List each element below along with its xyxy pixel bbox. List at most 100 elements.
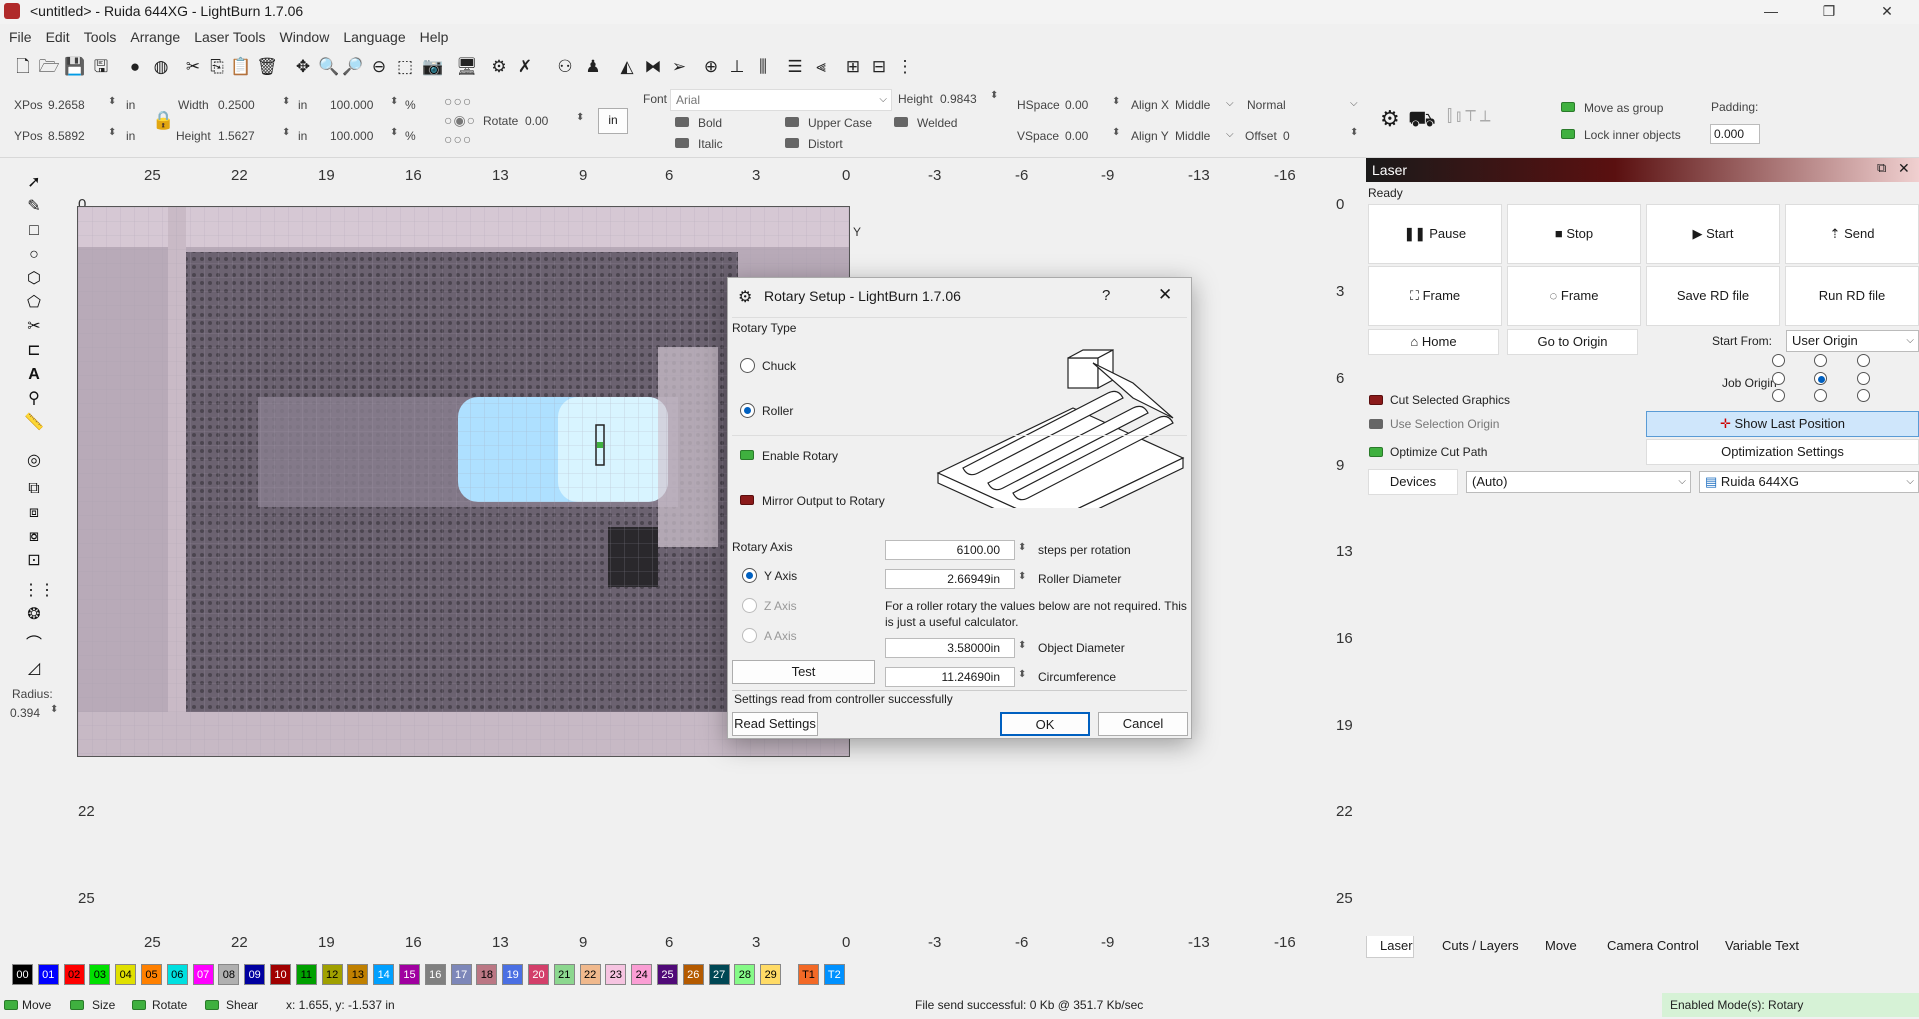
layer-swatch-07[interactable]: 07 [192, 964, 214, 985]
width-field[interactable]: 0.2500 [218, 98, 255, 112]
new-file-icon[interactable]: 🗋 [12, 56, 34, 78]
tab-camera-control[interactable]: Camera Control [1607, 938, 1699, 953]
lock-inner-toggle[interactable] [1561, 129, 1575, 139]
flip-h-icon[interactable]: ◭ [616, 56, 638, 78]
circumference-spinner-icon[interactable]: ⬍ [1018, 669, 1026, 680]
maximize-button[interactable]: ❐ [1806, 0, 1852, 24]
align-center-h-icon[interactable]: ⫷ [810, 56, 832, 78]
origin-grid-icon[interactable]: ○○○ ○◉○ ○○○ [444, 92, 476, 149]
weld-icon[interactable]: ⊡ [23, 550, 45, 572]
origin-bottom-right-radio[interactable] [1857, 389, 1870, 402]
roller-diameter-field[interactable]: 2.66949in [885, 569, 1015, 589]
spacing-icon[interactable]: ⋮ [894, 56, 916, 78]
bold-toggle[interactable] [675, 117, 689, 127]
vspace-spinner-icon[interactable]: ⬍ [1112, 127, 1120, 138]
mirror-output-toggle[interactable] [740, 495, 754, 505]
port-select[interactable]: (Auto) ⌵ [1466, 471, 1691, 493]
select-icon[interactable]: ➚ [23, 172, 45, 194]
roller-diameter-spinner-icon[interactable]: ⬍ [1018, 571, 1026, 582]
menu-edit[interactable]: Edit [39, 27, 77, 47]
rotate-spinner-icon[interactable]: ⬍ [576, 112, 584, 123]
boolean-subtract-icon[interactable]: ⧈ [23, 502, 45, 524]
text-height-spinner-icon[interactable]: ⬍ [990, 90, 998, 101]
zoom-out-icon[interactable]: 🔎 [342, 56, 364, 78]
dock-icon[interactable]: ⊞ [842, 56, 864, 78]
layer-swatch-18[interactable]: 18 [476, 964, 498, 985]
grid-array-icon[interactable]: ⋮⋮ [23, 580, 55, 602]
tab-cuts-layers[interactable]: Cuts / Layers [1442, 938, 1519, 953]
origin-top-right-radio[interactable] [1857, 354, 1870, 367]
paste-icon[interactable]: 📋 [230, 56, 252, 78]
origin-center-radio[interactable] [1814, 372, 1827, 385]
copy-icon[interactable]: ⎘ [206, 56, 228, 78]
scale-height-spinner-icon[interactable]: ⬍ [390, 127, 398, 138]
layer-swatch-T1[interactable]: T1 [798, 964, 819, 985]
xpos-spinner-icon[interactable]: ⬍ [108, 96, 116, 107]
minimize-button[interactable]: — [1748, 0, 1794, 24]
node-edit-icon[interactable]: ✂ [23, 316, 45, 338]
pause-button[interactable]: ❚❚ Pause [1368, 204, 1502, 264]
rotate-status-toggle[interactable] [132, 1000, 146, 1010]
size-status-toggle[interactable] [70, 1000, 84, 1010]
close-panel-icon[interactable]: ✕ [1898, 160, 1910, 177]
layer-swatch-08[interactable]: 08 [218, 964, 240, 985]
start-button[interactable]: ▶ Start [1646, 204, 1780, 264]
layer-swatch-11[interactable]: 11 [295, 964, 317, 985]
layer-swatch-15[interactable]: 15 [399, 964, 420, 985]
layer-swatch-29[interactable]: 29 [760, 964, 782, 985]
group-icon[interactable]: ⚇ [554, 56, 576, 78]
radius-field[interactable]: 0.394 [10, 706, 40, 720]
offset-icon[interactable]: ◎ [23, 450, 45, 472]
layer-swatch-25[interactable]: 25 [657, 964, 678, 985]
help-button[interactable]: ? [1102, 287, 1110, 304]
cut-selected-toggle[interactable] [1369, 395, 1383, 405]
zoom-selection-icon[interactable]: ⬚ [394, 56, 416, 78]
layer-swatch-27[interactable]: 27 [708, 964, 730, 985]
unit-toggle-button[interactable]: in [598, 108, 628, 134]
text-mode-select[interactable]: Normal [1247, 98, 1286, 112]
corner-icon[interactable]: ◿ [23, 658, 45, 680]
layer-swatch-02[interactable]: 02 [63, 964, 85, 985]
stop-button[interactable]: ■ Stop [1507, 204, 1641, 264]
layer-swatch-20[interactable]: 20 [528, 964, 549, 985]
origin-middle-right-radio[interactable] [1857, 372, 1870, 385]
object-diameter-field[interactable]: 3.58000in [885, 638, 1015, 658]
distort-toggle[interactable] [785, 138, 799, 148]
shape-icon[interactable]: ⬠ [23, 292, 45, 314]
layer-swatch-06[interactable]: 06 [166, 964, 188, 985]
roller-radio[interactable] [740, 403, 755, 418]
layer-swatch-16[interactable]: 16 [424, 964, 446, 985]
align-y-dropdown-icon[interactable]: ⌵ [1226, 129, 1234, 140]
vspace-field[interactable]: 0.00 [1065, 129, 1088, 143]
layer-swatch-05[interactable]: 05 [141, 964, 162, 985]
layer-swatch-24[interactable]: 24 [631, 964, 653, 985]
open-file-icon[interactable]: 🗁 [38, 56, 60, 78]
save-as-icon[interactable]: 🖫 [90, 56, 112, 78]
padding-field[interactable]: 0.000 [1710, 124, 1760, 144]
rectangle-icon[interactable]: □ [23, 220, 45, 242]
xpos-field[interactable]: 9.2658 [48, 98, 85, 112]
shear-status-toggle[interactable] [205, 1000, 219, 1010]
scale-width-spinner-icon[interactable]: ⬍ [390, 96, 398, 107]
align-x-dropdown-icon[interactable]: ⌵ [1226, 98, 1234, 109]
menu-window[interactable]: Window [273, 27, 337, 47]
circumference-field[interactable]: 11.24690in [885, 667, 1015, 687]
steps-per-rotation-field[interactable]: 6100.00 [885, 540, 1015, 560]
hspace-spinner-icon[interactable]: ⬍ [1112, 96, 1120, 107]
offset-spinner-icon[interactable]: ⬍ [1350, 127, 1358, 138]
layer-swatch-23[interactable]: 23 [605, 964, 627, 985]
radius-spinner-icon[interactable]: ⬍ [50, 704, 58, 715]
ypos-spinner-icon[interactable]: ⬍ [108, 127, 116, 138]
devices-button[interactable]: Devices [1368, 469, 1458, 495]
y-axis-radio[interactable] [742, 568, 757, 583]
align-tools-icon[interactable]: ⫿⫾⊤⊥ [1447, 108, 1495, 126]
origin-bottom-left-radio[interactable] [1772, 389, 1785, 402]
frame-rubber-button[interactable]: ◌ Frame [1507, 266, 1641, 326]
menu-tools[interactable]: Tools [77, 27, 124, 47]
scale-height-field[interactable]: 100.000 [330, 129, 373, 143]
pen-icon[interactable]: ✎ [23, 196, 45, 218]
rotary-setup-icon[interactable]: ⛟ [1408, 106, 1436, 135]
import-icon[interactable]: ● [124, 56, 146, 78]
move-as-group-toggle[interactable] [1561, 102, 1575, 112]
start-from-select[interactable]: User Origin ⌵ [1786, 330, 1919, 352]
